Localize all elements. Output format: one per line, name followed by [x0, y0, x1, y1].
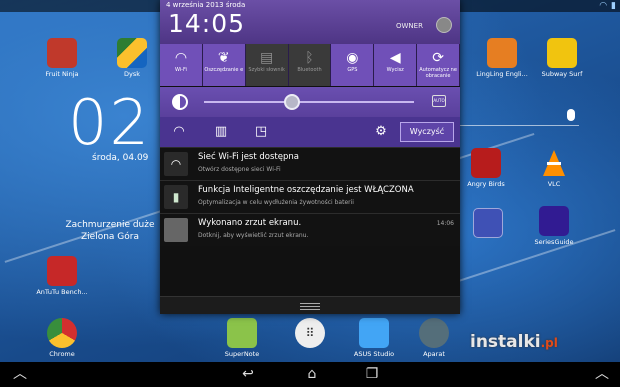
app-aparat[interactable]: Aparat [404, 318, 464, 358]
subway-surf-icon [547, 38, 577, 68]
camera-icon [419, 318, 449, 348]
rotate-icon: ⟳ [432, 50, 444, 66]
app-lingling[interactable]: LingLing Engli... [472, 38, 532, 78]
watermark: instalki.pl [470, 332, 558, 352]
vlc-cone-icon [539, 148, 569, 178]
weather-condition: Zachmurzenie duże [65, 220, 155, 230]
recent-apps-button[interactable]: ❐ [360, 366, 384, 382]
wifi-status-icon: ◠ [599, 1, 608, 11]
brightness-row: AUTO [160, 87, 460, 117]
lingling-icon [487, 38, 517, 68]
wifi-settings-icon[interactable]: ◠ [170, 123, 188, 141]
envelope-icon [473, 208, 503, 238]
wifi-icon: ◠ [164, 152, 188, 176]
screen-cast-icon[interactable]: ◳ [252, 123, 270, 141]
audio-wizard-icon[interactable]: ▥ [212, 123, 230, 141]
shade-time: 14:05 [168, 9, 246, 38]
weather-city: Zielona Góra [81, 232, 139, 242]
toggle-mute[interactable]: ◀ Wycisz [374, 44, 418, 86]
home-clock: 02 [68, 86, 151, 159]
book-icon: ▤ [260, 50, 274, 66]
notification-shade: 4 września 2013 środa 14:05 OWNER ◠ Wi-F… [160, 0, 461, 314]
app-supernote[interactable]: SuperNote [212, 318, 272, 358]
bluetooth-icon: ᛒ [305, 50, 314, 66]
app-drawer-button[interactable]: ⠿ [280, 318, 340, 350]
app-antutu[interactable]: AnTuTu Bench... [32, 256, 92, 296]
expand-chevron-icon[interactable]: ︿ [590, 366, 614, 382]
tools-row: ◠ ▥ ◳ ⚙ Wyczyść [160, 117, 460, 147]
notification-power-saving[interactable]: ▮ Funkcja Inteligentne oszczędzanie jest… [160, 180, 460, 213]
app-fruit-ninja[interactable]: Fruit Ninja [32, 38, 92, 78]
toggle-gps[interactable]: ◉ GPS [331, 44, 375, 86]
drive-icon [117, 38, 147, 68]
clear-notifications-button[interactable]: Wyczyść [400, 122, 454, 142]
speaker-icon: ◀ [389, 50, 401, 66]
leaf-battery-icon: ❦ [217, 50, 230, 66]
angry-birds-icon [471, 148, 501, 178]
shade-drag-handle[interactable] [160, 296, 460, 314]
home-date: środa, 04.09 [92, 153, 149, 163]
toggle-quick-dictionary[interactable]: ▤ Szybki słownik [245, 44, 289, 86]
app-subway-surf[interactable]: Subway Surf [532, 38, 592, 78]
search-bar[interactable] [459, 106, 579, 126]
home-button[interactable]: ⌂ [300, 366, 324, 382]
owner-avatar[interactable] [436, 17, 452, 33]
app-chrome[interactable]: Chrome [32, 318, 92, 358]
gps-icon: ◉ [346, 50, 359, 66]
navigation-bar: ︿ ↩ ⌂ ❐ ︿ [0, 362, 620, 387]
toggle-wifi[interactable]: ◠ Wi-Fi [160, 44, 203, 86]
app-dysk[interactable]: Dysk [102, 38, 162, 78]
toggle-auto-rotate[interactable]: ⟳ Automatycz ne obracanie [417, 44, 461, 86]
toggle-power-saving[interactable]: ❦ Oszczędzanie e [202, 44, 246, 86]
app-email[interactable] [458, 208, 518, 240]
brightness-slider-knob[interactable] [284, 94, 301, 110]
app-seriesguide[interactable]: SeriesGuide [524, 206, 584, 246]
brightness-slider-track[interactable] [204, 101, 414, 103]
battery-leaf-icon: ▮ [164, 185, 188, 209]
app-angry-birds[interactable]: Angry Birds [456, 148, 516, 188]
notification-wifi[interactable]: ◠ Sieć Wi-Fi jest dostępna Otwórz dostęp… [160, 147, 460, 180]
screenshot-thumbnail [164, 218, 188, 242]
wifi-icon: ◠ [174, 50, 188, 66]
mic-icon[interactable] [567, 109, 575, 121]
app-asus-studio[interactable]: ASUS Studio [344, 318, 404, 358]
antutu-icon [47, 256, 77, 286]
fruit-ninja-icon [47, 38, 77, 68]
owner-label: OWNER [396, 22, 423, 30]
quick-settings: ◠ Wi-Fi ❦ Oszczędzanie e ▤ Szybki słowni… [160, 44, 461, 86]
shade-header: 4 września 2013 środa 14:05 OWNER [160, 0, 460, 44]
weather-widget[interactable]: Zachmurzenie duże Zielona Góra [60, 219, 160, 243]
auto-brightness-button[interactable]: AUTO [432, 95, 446, 107]
collapse-chevron-icon[interactable]: ︿ [8, 366, 32, 382]
toggle-bluetooth[interactable]: ᛒ Bluetooth [288, 44, 332, 86]
back-button[interactable]: ↩ [236, 366, 260, 382]
brightness-icon [172, 94, 188, 110]
gear-icon[interactable]: ⚙ [372, 123, 390, 141]
app-vlc[interactable]: VLC [524, 148, 584, 188]
shade-date: 4 września 2013 środa [166, 1, 246, 9]
grip-icon [300, 303, 320, 304]
asus-studio-icon [359, 318, 389, 348]
battery-status-icon: ▮ [611, 1, 616, 11]
supernote-icon [227, 318, 257, 348]
notification-screenshot[interactable]: Wykonano zrzut ekranu. Dotknij, aby wyśw… [160, 213, 460, 246]
app-grid-icon: ⠿ [295, 318, 325, 348]
seriesguide-icon [539, 206, 569, 236]
chrome-icon [47, 318, 77, 348]
